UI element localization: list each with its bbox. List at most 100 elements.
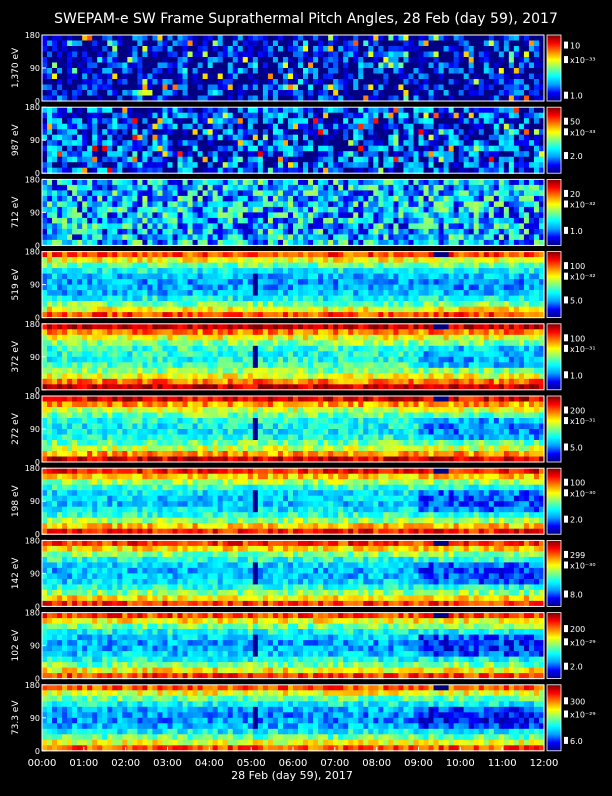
heatmap-cell — [413, 85, 419, 91]
heatmap-cell — [228, 212, 234, 218]
heatmap-cell — [353, 129, 359, 135]
heatmap-cell — [403, 218, 409, 224]
heatmap-cell — [152, 223, 158, 229]
heatmap-cell — [47, 124, 53, 130]
heatmap-cell — [137, 307, 143, 313]
heatmap-cell — [77, 229, 83, 235]
heatmap-cell — [504, 74, 510, 80]
heatmap-cell — [534, 63, 540, 69]
heatmap-cell — [464, 196, 470, 202]
heatmap-cell — [72, 140, 78, 146]
heatmap-cell — [162, 74, 168, 80]
heatmap-cell — [57, 135, 63, 141]
heatmap-cell — [82, 324, 88, 330]
heatmap-cell — [358, 124, 364, 130]
heatmap-cell — [348, 129, 354, 135]
heatmap-cell — [97, 279, 103, 285]
heatmap-cell — [157, 285, 163, 291]
heatmap-cell — [162, 296, 168, 302]
heatmap-cell — [499, 90, 505, 96]
heatmap-cell — [323, 307, 329, 313]
heatmap-cell — [183, 307, 189, 313]
heatmap-cell — [408, 274, 414, 280]
heatmap-cell — [72, 301, 78, 307]
heatmap-cell — [112, 285, 118, 291]
heatmap-cell — [469, 190, 475, 196]
heatmap-cell — [243, 207, 249, 213]
heatmap-cell — [268, 263, 274, 269]
heatmap-cell — [323, 296, 329, 302]
heatmap-cell — [413, 234, 419, 240]
heatmap-cell — [228, 52, 234, 58]
heatmap-cell — [368, 162, 374, 168]
heatmap-cell — [62, 307, 68, 313]
heatmap-cell — [213, 52, 219, 58]
heatmap-cell — [283, 263, 289, 269]
heatmap-cell — [193, 107, 199, 113]
heatmap-cell — [288, 196, 294, 202]
heatmap-cell — [383, 201, 389, 207]
heatmap-cell — [504, 196, 510, 202]
heatmap-cell — [132, 85, 138, 91]
heatmap-cell — [273, 185, 279, 191]
heatmap-cell — [534, 190, 540, 196]
heatmap-cell — [62, 223, 68, 229]
heatmap-cell — [147, 151, 153, 157]
heatmap-cell — [398, 190, 404, 196]
heatmap-cell — [449, 118, 455, 124]
heatmap-cell — [117, 85, 123, 91]
heatmap-cell — [87, 41, 93, 47]
heatmap-cell — [77, 290, 83, 296]
heatmap-cell — [238, 307, 244, 313]
heatmap-cell — [328, 79, 334, 85]
heatmap-cell — [77, 162, 83, 168]
heatmap-cell — [358, 79, 364, 85]
heatmap-cell — [388, 196, 394, 202]
heatmap-cell — [373, 107, 379, 113]
heatmap-cell — [434, 151, 440, 157]
heatmap-cell — [398, 268, 404, 274]
heatmap-cell — [67, 346, 73, 352]
heatmap-cell — [147, 90, 153, 96]
heatmap-cell — [253, 140, 259, 146]
heatmap-cell — [529, 129, 535, 135]
heatmap-cell — [403, 57, 409, 63]
heatmap-cell — [173, 218, 179, 224]
heatmap-cell — [82, 263, 88, 269]
heatmap-cell — [474, 151, 480, 157]
heatmap-cell — [152, 90, 158, 96]
heatmap-cell — [348, 57, 354, 63]
heatmap-cell — [72, 113, 78, 119]
heatmap-cell — [268, 296, 274, 302]
heatmap-cell — [449, 201, 455, 207]
heatmap-cell — [408, 63, 414, 69]
heatmap-cell — [318, 290, 324, 296]
heatmap-cell — [429, 146, 435, 152]
heatmap-cell — [223, 151, 229, 157]
heatmap-cell — [283, 35, 289, 41]
heatmap-cell — [117, 257, 123, 263]
heatmap-cell — [132, 57, 138, 63]
heatmap-cell — [107, 196, 113, 202]
heatmap-cell — [514, 252, 520, 258]
heatmap-cell — [62, 113, 68, 119]
heatmap-cell — [132, 35, 138, 41]
heatmap-cell — [519, 207, 525, 213]
heatmap-cell — [323, 118, 329, 124]
heatmap-cell — [343, 196, 349, 202]
heatmap-cell — [112, 268, 118, 274]
heatmap-cell — [373, 74, 379, 80]
heatmap-cell — [454, 234, 460, 240]
heatmap-cell — [514, 196, 520, 202]
heatmap-cell — [413, 68, 419, 74]
heatmap-cell — [373, 135, 379, 141]
heatmap-cell — [358, 135, 364, 141]
heatmap-cell — [278, 179, 284, 185]
heatmap-cell — [223, 268, 229, 274]
heatmap-cell — [434, 212, 440, 218]
heatmap-cell — [303, 223, 309, 229]
heatmap-cell — [258, 196, 264, 202]
heatmap-cell — [519, 257, 525, 263]
heatmap-cell — [253, 157, 259, 163]
energy-label: 1,370 eV — [11, 47, 21, 88]
